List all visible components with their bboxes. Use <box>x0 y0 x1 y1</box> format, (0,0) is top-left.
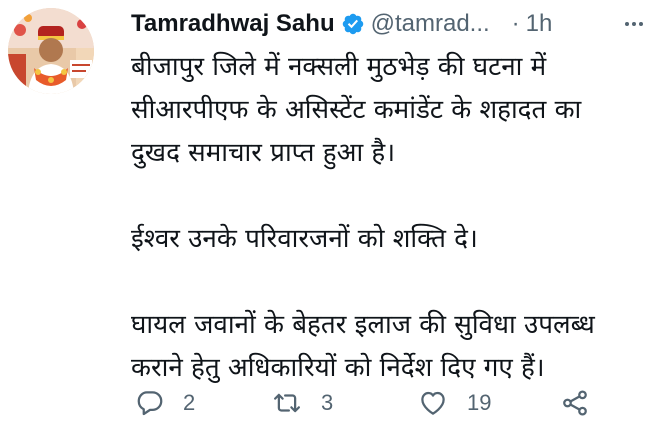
like-count: 19 <box>467 390 492 415</box>
like-button[interactable]: 19 <box>417 388 491 418</box>
tweet-text-line: कराने हेतु अधिकारियों को निर्देश दिए गए … <box>131 353 545 383</box>
like-icon <box>417 388 449 418</box>
retweet-icon <box>271 388 303 418</box>
author-name[interactable]: Tamradhwaj Sahu <box>131 10 335 38</box>
tweet-text-line: बीजापुर जिले में नक्सली मुठभेड़ की घटना … <box>131 52 547 82</box>
tweet-text-line: ईश्वर उनके परिवारजनों को शक्ति दे। <box>131 224 478 254</box>
tweet-text-blank <box>131 261 661 304</box>
tweet-header: Tamradhwaj Sahu @tamrad... · 1h <box>131 2 661 46</box>
tweet-text-blank <box>131 175 661 218</box>
more-options-icon[interactable] <box>622 12 646 36</box>
tweet-content: Tamradhwaj Sahu @tamrad... · 1h बीजापुर … <box>131 0 661 390</box>
tweet-text: बीजापुर जिले में नक्सली मुठभेड़ की घटना … <box>131 46 661 390</box>
tweet-text-line: दुखद समाचार प्राप्त हुआ है। <box>131 138 396 168</box>
avatar-image <box>8 8 94 94</box>
avatar[interactable] <box>8 8 94 94</box>
reply-icon <box>135 388 165 418</box>
tweet-actions: 2 3 19 <box>131 385 601 421</box>
reply-button[interactable]: 2 <box>135 388 195 418</box>
retweet-count: 3 <box>321 390 334 415</box>
share-icon <box>559 388 591 418</box>
verified-badge-icon <box>341 12 365 36</box>
header-separator: · <box>511 10 520 37</box>
tweet[interactable]: Tamradhwaj Sahu @tamrad... · 1h बीजापुर … <box>0 0 666 430</box>
reply-count: 2 <box>183 390 196 415</box>
retweet-button[interactable]: 3 <box>271 388 333 418</box>
tweet-timestamp[interactable]: 1h <box>526 10 553 38</box>
share-button[interactable] <box>559 388 591 418</box>
author-handle[interactable]: @tamrad... <box>371 10 490 38</box>
tweet-text-line: घायल जवानों के बेहतर इलाज की सुविधा उपलब… <box>131 310 595 340</box>
tweet-text-line: सीआरपीएफ के असिस्टेंट कमांडेंट के शहादत … <box>131 95 582 125</box>
